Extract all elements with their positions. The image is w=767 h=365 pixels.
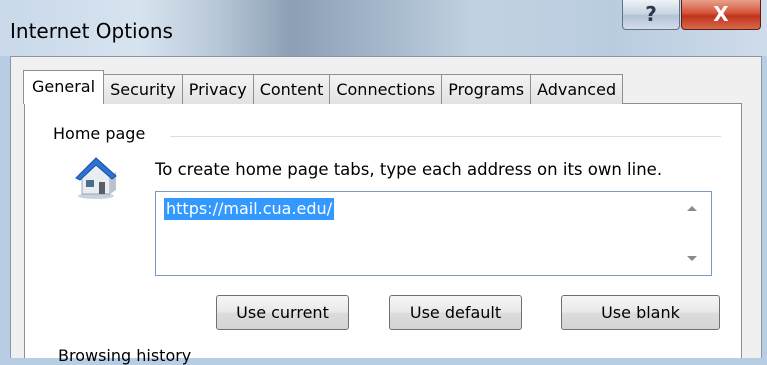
tab-strip: General Security Privacy Content Connect… bbox=[23, 70, 624, 104]
title-bar[interactable]: Internet Options ? X bbox=[0, 0, 767, 56]
tab-content[interactable]: Content bbox=[252, 74, 331, 104]
use-blank-button[interactable]: Use blank bbox=[561, 295, 720, 330]
question-icon: ? bbox=[645, 2, 657, 26]
close-button[interactable]: X bbox=[681, 0, 761, 30]
scroll-down-arrow-icon[interactable] bbox=[687, 256, 697, 261]
scroll-up-arrow-icon[interactable] bbox=[687, 206, 697, 211]
home-page-address[interactable]: https://mail.cua.edu/ bbox=[164, 198, 335, 220]
home-page-hint: To create home page tabs, type each addr… bbox=[155, 160, 663, 179]
use-default-button[interactable]: Use default bbox=[389, 295, 522, 330]
browsing-history-group-label: Browsing history bbox=[58, 346, 192, 365]
window-title: Internet Options bbox=[10, 19, 173, 43]
home-page-group-label: Home page bbox=[53, 124, 152, 143]
tab-programs[interactable]: Programs bbox=[441, 74, 532, 104]
tab-advanced[interactable]: Advanced bbox=[530, 74, 624, 104]
tab-security[interactable]: Security bbox=[103, 74, 183, 104]
tab-privacy[interactable]: Privacy bbox=[181, 74, 254, 104]
house-icon bbox=[75, 157, 117, 199]
home-page-address-box[interactable]: https://mail.cua.edu/ bbox=[155, 191, 712, 276]
use-current-button[interactable]: Use current bbox=[216, 295, 349, 330]
home-page-group-divider bbox=[170, 136, 721, 137]
tab-general[interactable]: General bbox=[23, 70, 105, 104]
help-button[interactable]: ? bbox=[622, 0, 680, 30]
tab-connections[interactable]: Connections bbox=[329, 74, 443, 104]
close-icon: X bbox=[713, 2, 729, 26]
